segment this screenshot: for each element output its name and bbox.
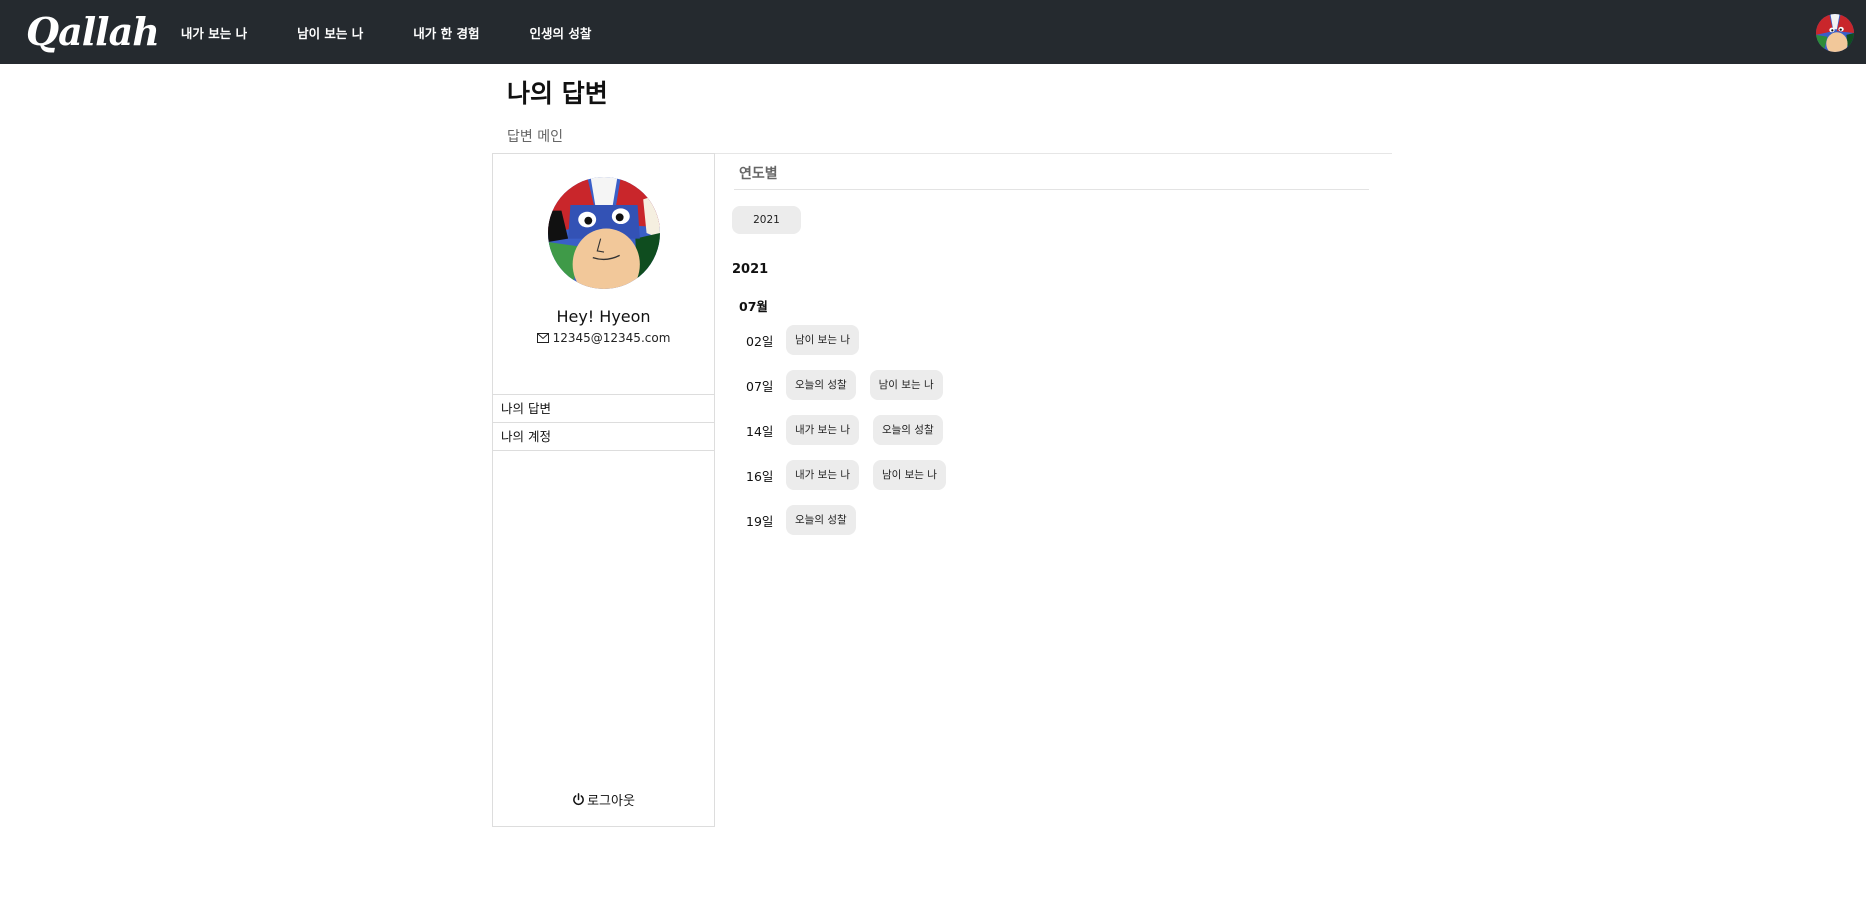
profile-email-row: 12345@12345.com bbox=[493, 331, 714, 345]
avatar-image bbox=[1816, 14, 1854, 52]
year-heading: 2021 bbox=[732, 262, 769, 277]
sidebar-item-my-answers[interactable]: 나의 답변 bbox=[493, 394, 714, 422]
envelope-icon bbox=[536, 333, 549, 343]
day-label: 02일 bbox=[746, 333, 774, 349]
day-label: 14일 bbox=[746, 423, 774, 439]
logout-label: 로그아웃 bbox=[587, 794, 635, 809]
answer-tag-chip[interactable]: 오늘의 성찰 bbox=[872, 415, 943, 445]
day-row: 14일 내가 보는 나 오늘의 성찰 bbox=[746, 415, 957, 445]
sidebar-item-my-account[interactable]: 나의 계정 bbox=[493, 422, 714, 451]
profile-sidebar: Hey! Hyeon 12345@12345.com 나의 답변 나의 계정 로… bbox=[492, 153, 715, 827]
day-row: 02일 남이 보는 나 bbox=[746, 325, 873, 355]
sidebar-menu: 나의 답변 나의 계정 bbox=[493, 394, 714, 451]
brand-logo[interactable]: Qallah bbox=[26, 13, 160, 51]
profile-avatar bbox=[548, 177, 660, 289]
year-filter-chip[interactable]: 2021 bbox=[732, 206, 801, 234]
nav-link-others-view[interactable]: 남이 보는 나 bbox=[297, 23, 363, 42]
day-label: 19일 bbox=[746, 513, 774, 529]
day-label: 07일 bbox=[746, 378, 774, 394]
nav-links: 내가 보는 나 남이 보는 나 내가 한 경험 인생의 성찰 bbox=[181, 23, 642, 42]
profile-name: Hey! Hyeon bbox=[556, 307, 651, 326]
day-row: 19일 오늘의 성찰 bbox=[746, 505, 870, 535]
profile-avatar-image bbox=[548, 177, 660, 289]
answer-tag-chip[interactable]: 남이 보는 나 bbox=[786, 325, 859, 355]
power-icon bbox=[573, 793, 584, 805]
month-heading: 07월 bbox=[739, 299, 768, 314]
breadcrumb[interactable]: 답변 메인 bbox=[507, 126, 563, 146]
divider bbox=[734, 189, 1369, 190]
logout-button[interactable]: 로그아웃 bbox=[493, 790, 714, 809]
answer-tag-chip[interactable]: 남이 보는 나 bbox=[872, 460, 946, 490]
top-navbar: Qallah 내가 보는 나 남이 보는 나 내가 한 경험 인생의 성찰 bbox=[0, 0, 1866, 64]
nav-link-self-view[interactable]: 내가 보는 나 bbox=[181, 23, 247, 42]
answer-tag-chip[interactable]: 남이 보는 나 bbox=[869, 370, 943, 400]
year-filter-title: 연도별 bbox=[739, 166, 778, 182]
day-row: 16일 내가 보는 나 남이 보는 나 bbox=[746, 460, 960, 490]
answer-tag-chip[interactable]: 오늘의 성찰 bbox=[786, 370, 856, 400]
page-title: 나의 답변 bbox=[507, 79, 608, 108]
answer-tag-chip[interactable]: 내가 보는 나 bbox=[786, 460, 859, 490]
profile-email: 12345@12345.com bbox=[552, 331, 671, 345]
nav-link-experience[interactable]: 내가 한 경험 bbox=[413, 23, 479, 42]
user-avatar[interactable] bbox=[1816, 14, 1854, 52]
day-label: 16일 bbox=[746, 468, 774, 484]
answer-tag-chip[interactable]: 내가 보는 나 bbox=[786, 415, 859, 445]
day-row: 07일 오늘의 성찰 남이 보는 나 bbox=[746, 370, 957, 400]
nav-link-reflection[interactable]: 인생의 성찰 bbox=[530, 23, 592, 42]
answer-tag-chip[interactable]: 오늘의 성찰 bbox=[786, 505, 856, 535]
